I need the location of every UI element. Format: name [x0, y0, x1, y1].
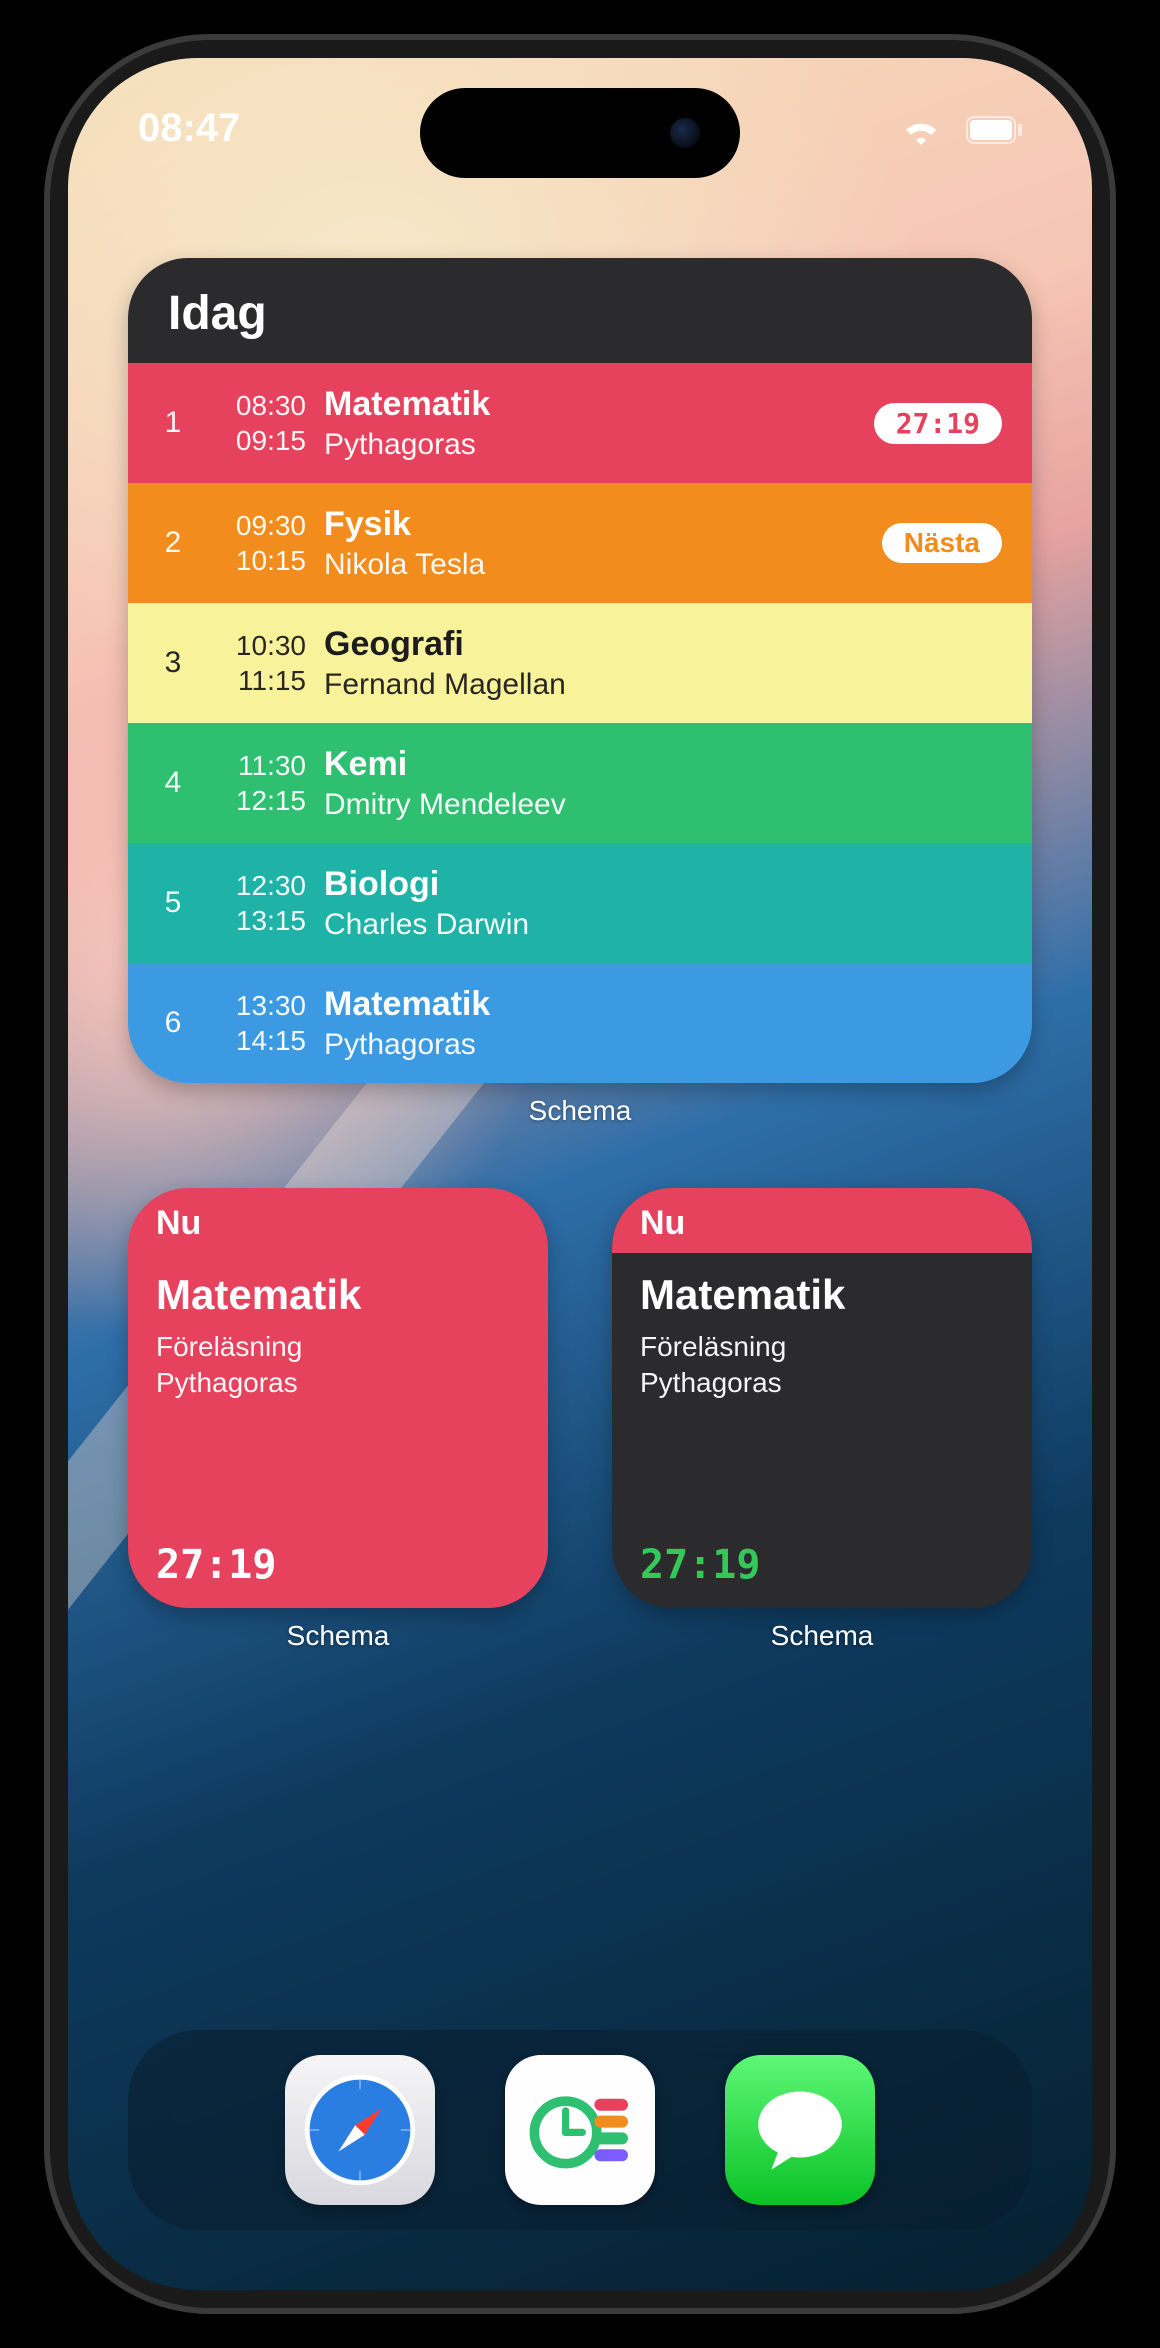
widget-now-dark-label: Schema	[612, 1620, 1032, 1652]
widget-now-label: Schema	[128, 1620, 548, 1652]
lesson-end: 11:15	[206, 663, 306, 698]
lesson-start: 13:30	[206, 988, 306, 1023]
lesson-start: 10:30	[206, 628, 306, 663]
lesson-teacher: Nikola Tesla	[324, 546, 864, 584]
lesson-start: 08:30	[206, 388, 306, 423]
lesson-main: KemiDmitry Mendeleev	[324, 743, 1002, 823]
lesson-teacher: Charles Darwin	[324, 906, 1002, 944]
lesson-number: 2	[158, 526, 188, 560]
lesson-number: 5	[158, 886, 188, 920]
lesson-teacher: Pythagoras	[324, 1026, 1002, 1064]
app-schedule[interactable]	[505, 2055, 655, 2205]
lesson-end: 09:15	[206, 423, 306, 458]
widget-now-dark-timer: 27:19	[640, 1542, 1004, 1588]
lesson-main: MatematikPythagoras	[324, 983, 1002, 1063]
app-safari[interactable]	[285, 2055, 435, 2205]
messages-icon	[745, 2075, 855, 2185]
wifi-icon	[901, 115, 941, 145]
lesson-badge-next: Nästa	[882, 523, 1002, 563]
lesson-start: 11:30	[206, 748, 306, 783]
status-bar: 08:47	[68, 98, 1092, 158]
lesson-number: 1	[158, 406, 188, 440]
lesson-number: 3	[158, 646, 188, 680]
widget-now-line1: Föreläsning	[156, 1329, 520, 1365]
lesson-times: 12:3013:15	[206, 868, 306, 938]
lesson-number: 6	[158, 1006, 188, 1040]
widget-today-title: Idag	[128, 258, 1032, 363]
lesson-times: 11:3012:15	[206, 748, 306, 818]
lesson-subject: Matematik	[324, 983, 1002, 1026]
lesson-row[interactable]: 1 08:3009:15 MatematikPythagoras 27:19	[128, 363, 1032, 483]
widget-now-header: Nu	[128, 1188, 548, 1253]
lesson-start: 09:30	[206, 508, 306, 543]
lesson-times: 09:3010:15	[206, 508, 306, 578]
lesson-row[interactable]: 5 12:3013:15 BiologiCharles Darwin	[128, 843, 1032, 963]
lesson-end: 10:15	[206, 543, 306, 578]
home-screen[interactable]: 08:47 Idag 108:3009:15MatematikPythagora…	[68, 58, 1092, 2290]
lesson-teacher: Fernand Magellan	[324, 666, 1002, 704]
status-indicators	[887, 106, 1022, 151]
lesson-badge-timer: 27:19	[874, 403, 1002, 444]
lesson-row[interactable]: 4 11:3012:15 KemiDmitry Mendeleev	[128, 723, 1032, 843]
lesson-times: 10:3011:15	[206, 628, 306, 698]
widget-schedule-today[interactable]: Idag 108:3009:15MatematikPythagoras27:19…	[128, 258, 1032, 1083]
app-messages[interactable]	[725, 2055, 875, 2205]
lesson-teacher: Pythagoras	[324, 426, 856, 464]
lesson-subject: Kemi	[324, 743, 1002, 786]
lesson-start: 12:30	[206, 868, 306, 903]
lesson-main: MatematikPythagoras	[324, 383, 856, 463]
widget-now-timer: 27:19	[156, 1542, 520, 1588]
lesson-subject: Geografi	[324, 623, 1002, 666]
schedule-app-icon	[520, 2070, 640, 2190]
widget-now-subject: Matematik	[156, 1271, 520, 1319]
widget-now-line2: Pythagoras	[156, 1365, 520, 1401]
lesson-times: 08:3009:15	[206, 388, 306, 458]
lesson-row[interactable]: 6 13:3014:15 MatematikPythagoras	[128, 963, 1032, 1083]
lesson-end: 12:15	[206, 783, 306, 818]
lesson-times: 13:3014:15	[206, 988, 306, 1058]
lesson-row[interactable]: 2 09:3010:15 FysikNikola Tesla Nästa	[128, 483, 1032, 603]
safari-icon	[300, 2070, 420, 2190]
lesson-row[interactable]: 3 10:3011:15 GeografiFernand Magellan	[128, 603, 1032, 723]
lesson-main: GeografiFernand Magellan	[324, 623, 1002, 703]
lesson-main: BiologiCharles Darwin	[324, 863, 1002, 943]
lesson-subject: Biologi	[324, 863, 1002, 906]
lesson-teacher: Dmitry Mendeleev	[324, 786, 1002, 824]
widget-now-dark-line1: Föreläsning	[640, 1329, 1004, 1365]
widget-now-dark-subject: Matematik	[640, 1271, 1004, 1319]
widget-now-dark[interactable]: Nu Matematik Föreläsning Pythagoras 27:1…	[612, 1188, 1032, 1608]
status-time: 08:47	[138, 106, 240, 151]
lesson-end: 13:15	[206, 903, 306, 938]
widget-now-dark-header: Nu	[612, 1188, 1032, 1253]
widget-now-dark-line2: Pythagoras	[640, 1365, 1004, 1401]
battery-icon	[966, 116, 1022, 144]
lesson-main: FysikNikola Tesla	[324, 503, 864, 583]
lesson-end: 14:15	[206, 1023, 306, 1058]
lesson-subject: Matematik	[324, 383, 856, 426]
lesson-subject: Fysik	[324, 503, 864, 546]
widget-now-color[interactable]: Nu Matematik Föreläsning Pythagoras 27:1…	[128, 1188, 548, 1608]
widget-today-label: Schema	[128, 1095, 1032, 1127]
dock	[128, 2030, 1032, 2230]
lesson-number: 4	[158, 766, 188, 800]
